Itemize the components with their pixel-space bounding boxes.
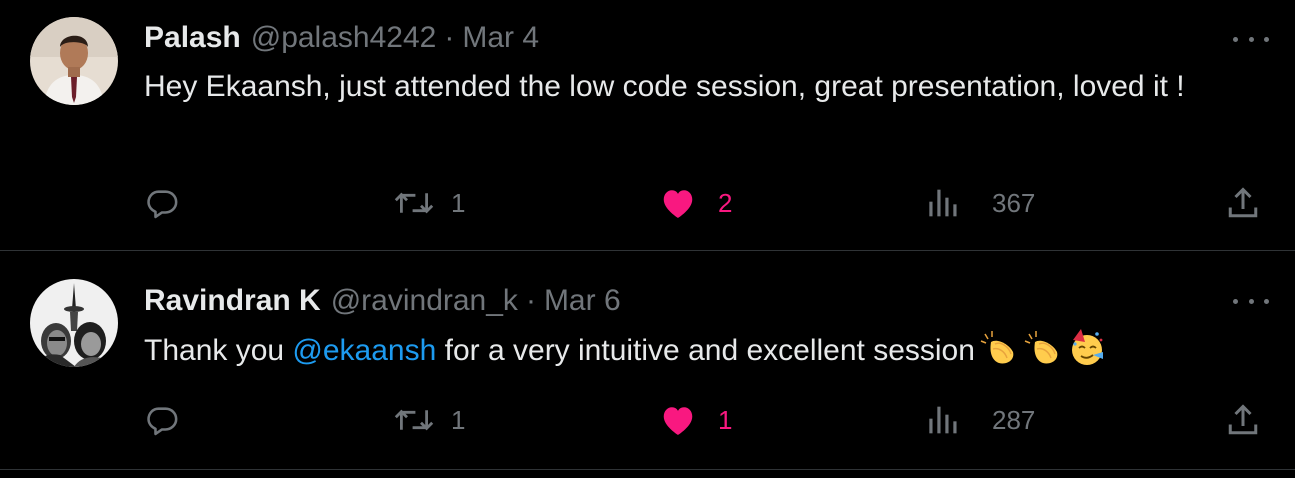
like-count: 1 (718, 404, 733, 435)
tweet-text: Hey Ekaansh, just attended the low code … (144, 70, 1185, 103)
action-bar: 1 1 287 (0, 398, 1295, 442)
author-handle[interactable]: @palash4242 (251, 18, 437, 58)
author-name[interactable]: Palash (144, 18, 241, 58)
views-button[interactable]: 287 (928, 398, 1035, 442)
share-icon (1225, 402, 1261, 438)
share-button[interactable] (1225, 398, 1261, 442)
more-icon[interactable] (1233, 295, 1269, 307)
reply-icon (145, 186, 179, 220)
views-count: 367 (992, 187, 1036, 218)
retweet-icon (393, 186, 435, 220)
share-icon (1225, 185, 1261, 221)
more-icon[interactable] (1233, 33, 1269, 45)
tweet-date[interactable]: Mar 6 (544, 281, 621, 321)
retweet-count: 1 (451, 187, 466, 218)
views-button[interactable]: 367 (928, 181, 1035, 225)
tweet-text-end: for a very intuitive and excellent sessi… (436, 334, 975, 367)
like-button[interactable]: 2 (660, 181, 732, 225)
tweet[interactable]: Ravindran K @ravindran_k · Mar 6 Thank y… (0, 251, 1295, 470)
views-icon (928, 405, 960, 435)
reply-feed: Palash @palash4242 · Mar 4 Hey Ekaansh, … (0, 0, 1295, 478)
action-bar: 1 2 367 (0, 181, 1295, 225)
reply-icon (145, 403, 179, 437)
reply-button[interactable] (145, 398, 179, 442)
tweet-header: Palash @palash4242 · Mar 4 (144, 18, 539, 58)
retweet-button[interactable]: 1 (393, 398, 465, 442)
reply-button[interactable] (145, 181, 179, 225)
share-button[interactable] (1225, 181, 1261, 225)
retweet-count: 1 (451, 404, 466, 435)
views-count: 287 (992, 404, 1036, 435)
separator-dot: · (444, 21, 455, 54)
heart-icon (660, 186, 696, 220)
heart-icon (660, 403, 696, 437)
avatar[interactable] (30, 279, 118, 367)
author-name[interactable]: Ravindran K (144, 281, 321, 321)
retweet-icon (393, 403, 435, 437)
like-count: 2 (718, 187, 733, 218)
tweet-text: Thank you @ekaansh for a very intuitive … (144, 328, 1224, 379)
views-icon (928, 188, 960, 218)
separator-dot: · (525, 284, 536, 317)
retweet-button[interactable]: 1 (393, 181, 465, 225)
tweet[interactable]: Palash @palash4242 · Mar 4 Hey Ekaansh, … (0, 0, 1295, 251)
mention-link[interactable]: @ekaansh (292, 334, 436, 367)
tweet-text-start: Thank you (144, 334, 293, 367)
clapping-hands-emoji (979, 330, 1019, 379)
like-button[interactable]: 1 (660, 398, 732, 442)
avatar[interactable] (30, 17, 118, 105)
tweet-date[interactable]: Mar 4 (462, 18, 539, 58)
author-handle[interactable]: @ravindran_k (331, 281, 518, 321)
clapping-hands-emoji (1023, 330, 1063, 379)
partying-face-emoji (1067, 328, 1107, 379)
tweet-header: Ravindran K @ravindran_k · Mar 6 (144, 281, 621, 321)
